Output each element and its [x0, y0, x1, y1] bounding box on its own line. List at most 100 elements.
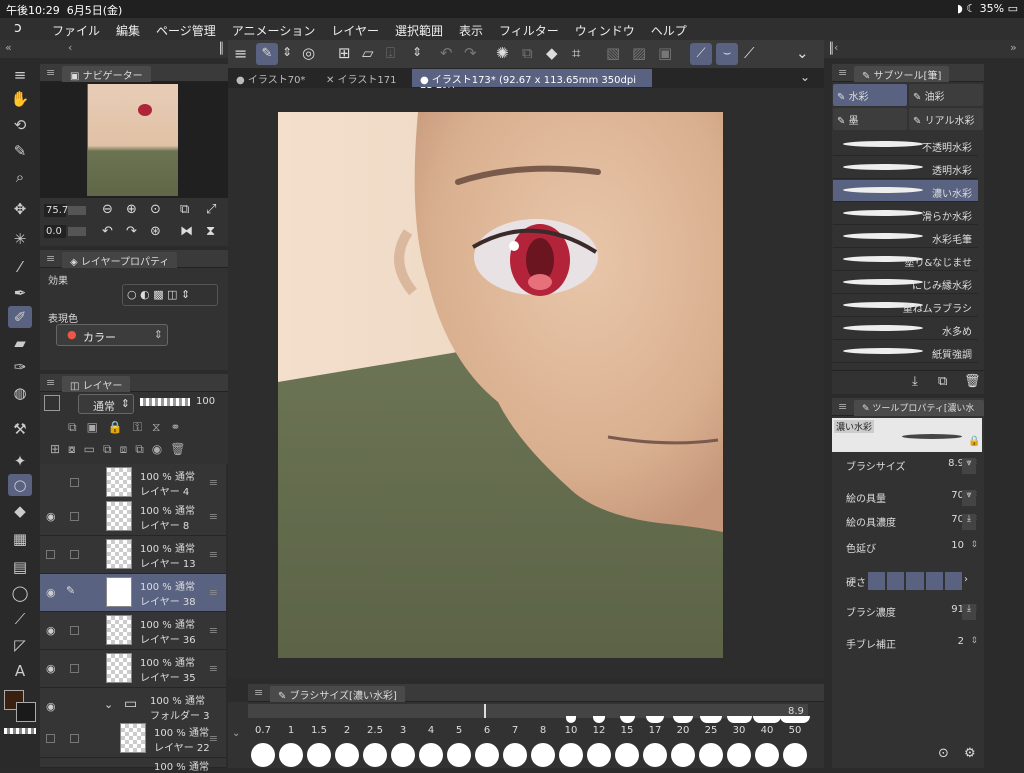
- navigator-view-frame[interactable]: [87, 84, 178, 196]
- slider-thumb[interactable]: [484, 704, 486, 718]
- dropper-icon[interactable]: ⁄: [8, 256, 32, 278]
- special-ruler-icon[interactable]: ⌣: [716, 43, 738, 65]
- clear-selection-icon[interactable]: ▧: [606, 44, 620, 62]
- layer-checkbox[interactable]: [46, 550, 55, 559]
- wrench-icon[interactable]: ⚙: [964, 746, 976, 761]
- trash-icon[interactable]: 🗑: [964, 374, 981, 389]
- brush-size-dot[interactable]: [643, 743, 667, 767]
- hardness-step[interactable]: [868, 572, 886, 590]
- layer-checkbox[interactable]: [70, 550, 79, 559]
- fill-bucket-icon[interactable]: ◆: [546, 44, 558, 62]
- brush-size-dot[interactable]: [727, 743, 751, 767]
- canvas-tab-active[interactable]: ● イラスト173* (92.67 x 113.65mm 350dpi 75.7…: [412, 69, 652, 97]
- menu-lines-icon[interactable]: ≡: [8, 64, 32, 86]
- material-icon[interactable]: ◎: [302, 44, 315, 62]
- brush-size-dot[interactable]: [307, 743, 331, 767]
- fullscreen-icon[interactable]: ⤢: [206, 202, 216, 217]
- brush-size-preset[interactable]: 5: [446, 725, 472, 736]
- transparent-color-swatch[interactable]: [4, 728, 36, 734]
- layer-menu-icon[interactable]: ≡: [209, 548, 218, 561]
- menu-page[interactable]: ページ管理: [156, 22, 216, 39]
- new-canvas-icon[interactable]: ⊞: [338, 44, 351, 62]
- layer-checkbox[interactable]: [46, 734, 55, 743]
- airbrush-tool-icon[interactable]: ✑: [8, 356, 32, 378]
- ruler-snap-icon[interactable]: ⟋: [690, 43, 712, 65]
- hardness-step[interactable]: [887, 572, 905, 590]
- flip-horizontal-icon[interactable]: ⧓: [180, 224, 193, 239]
- brush-item[interactable]: 重ねムラブラシ: [833, 295, 978, 317]
- magic-wand-icon[interactable]: ✳: [8, 228, 32, 250]
- eye-icon[interactable]: ◉: [46, 700, 56, 713]
- sub-color-swatch[interactable]: [16, 702, 36, 722]
- brush-size-preset[interactable]: 0.7: [250, 725, 276, 736]
- layer-row[interactable]: 100 % 通常: [40, 758, 226, 773]
- brush-size-preset[interactable]: 1: [278, 725, 304, 736]
- brush-item[interactable]: 不透明水彩: [833, 134, 978, 156]
- pressure-icon[interactable]: ⤓: [962, 604, 976, 620]
- angle-value[interactable]: 0.0: [44, 225, 66, 238]
- layer-tab[interactable]: ◫ レイヤー: [62, 376, 131, 393]
- menu-edit[interactable]: 編集: [116, 22, 140, 39]
- hardness-step[interactable]: [944, 572, 963, 590]
- expression-color-select[interactable]: カラー ● ⇕: [56, 324, 168, 346]
- menu-window[interactable]: ウィンドウ: [575, 22, 635, 39]
- invert-selection-icon[interactable]: ▨: [632, 44, 646, 62]
- opacity-value[interactable]: 100: [196, 396, 215, 407]
- hardness-selector[interactable]: [868, 572, 963, 590]
- zoom-slider[interactable]: [68, 206, 86, 215]
- rotate-right-icon[interactable]: ↷: [126, 224, 137, 239]
- layer-menu-icon[interactable]: ≡: [209, 586, 218, 599]
- eye-icon[interactable]: ◉: [46, 662, 56, 675]
- brush-size-dot[interactable]: [363, 743, 387, 767]
- panel-menu-icon[interactable]: ≡: [46, 252, 55, 265]
- rotate-tool-icon[interactable]: ⟲: [8, 114, 32, 136]
- brush-item[interactable]: 水彩毛筆: [833, 226, 978, 248]
- eye-icon[interactable]: ◉: [46, 586, 56, 599]
- brush-size-dot[interactable]: [335, 743, 359, 767]
- layer-property-tab[interactable]: ◈ レイヤープロパティ: [62, 252, 178, 269]
- pressure-icon[interactable]: ⩔: [962, 490, 976, 506]
- brush-size-dot[interactable]: [279, 743, 303, 767]
- layer-row[interactable]: 100 % 通常 レイヤー 13 ≡: [40, 536, 226, 574]
- layer-action-icons[interactable]: ⊞⧇▭⧉⧈⧉◉🗑: [50, 442, 194, 457]
- crop-icon[interactable]: ⌗: [572, 44, 580, 62]
- chevron-updown-icon[interactable]: ⇕: [412, 45, 422, 59]
- brush-size-dot[interactable]: [699, 743, 723, 767]
- paint-density-row[interactable]: 絵の具濃度70⇕: [846, 514, 978, 530]
- brush-size-dot[interactable]: [503, 743, 527, 767]
- reset-rotation-icon[interactable]: ⊛: [150, 224, 161, 239]
- brush-size-dot[interactable]: [447, 743, 471, 767]
- layer-checkbox[interactable]: [70, 512, 79, 521]
- subtool-group-real-watercolor[interactable]: ✎ リアル水彩: [909, 108, 983, 130]
- app-logo-icon[interactable]: ↄ: [14, 20, 22, 36]
- brush-size-preset[interactable]: 6: [474, 725, 500, 736]
- blend-mode-select[interactable]: 通常 ⇕: [78, 394, 134, 414]
- zoom-tool-icon[interactable]: ⌕: [8, 166, 32, 188]
- brush-item[interactable]: 滑らか水彩: [833, 203, 978, 225]
- brush-size-preset[interactable]: 50: [782, 725, 808, 736]
- zoom-out-icon[interactable]: ⊖: [102, 202, 113, 217]
- duplicate-icon[interactable]: ⧉: [938, 374, 947, 389]
- brush-size-preset[interactable]: 3: [390, 725, 416, 736]
- chevron-down-icon[interactable]: ⌄: [232, 728, 240, 739]
- canvas-tab[interactable]: ● イラスト70*: [228, 69, 313, 87]
- layer-menu-icon[interactable]: ≡: [209, 662, 218, 675]
- brush-size-preset[interactable]: 8: [530, 725, 556, 736]
- brush-size-dot[interactable]: [391, 743, 415, 767]
- brush-size-dot[interactable]: [475, 743, 499, 767]
- flip-vertical-icon[interactable]: ⧗: [206, 224, 215, 239]
- hardness-step[interactable]: [925, 572, 943, 590]
- artwork-canvas[interactable]: [278, 112, 723, 658]
- menu-selection[interactable]: 選択範囲: [395, 22, 443, 39]
- rotate-left-icon[interactable]: ↶: [102, 224, 113, 239]
- brush-size-dot[interactable]: [783, 743, 807, 767]
- color-stretch-row[interactable]: 色延び 10 ⇕: [846, 540, 978, 556]
- loading-icon[interactable]: ✺: [496, 44, 509, 62]
- menu-view[interactable]: 表示: [459, 22, 483, 39]
- menu-animation[interactable]: アニメーション: [232, 22, 316, 39]
- layer-checkbox[interactable]: [70, 734, 79, 743]
- brush-size-dot[interactable]: [419, 743, 443, 767]
- brush-size-preset[interactable]: 2: [334, 725, 360, 736]
- brush-size-preset[interactable]: 20: [670, 725, 696, 736]
- layer-checkbox[interactable]: [70, 664, 79, 673]
